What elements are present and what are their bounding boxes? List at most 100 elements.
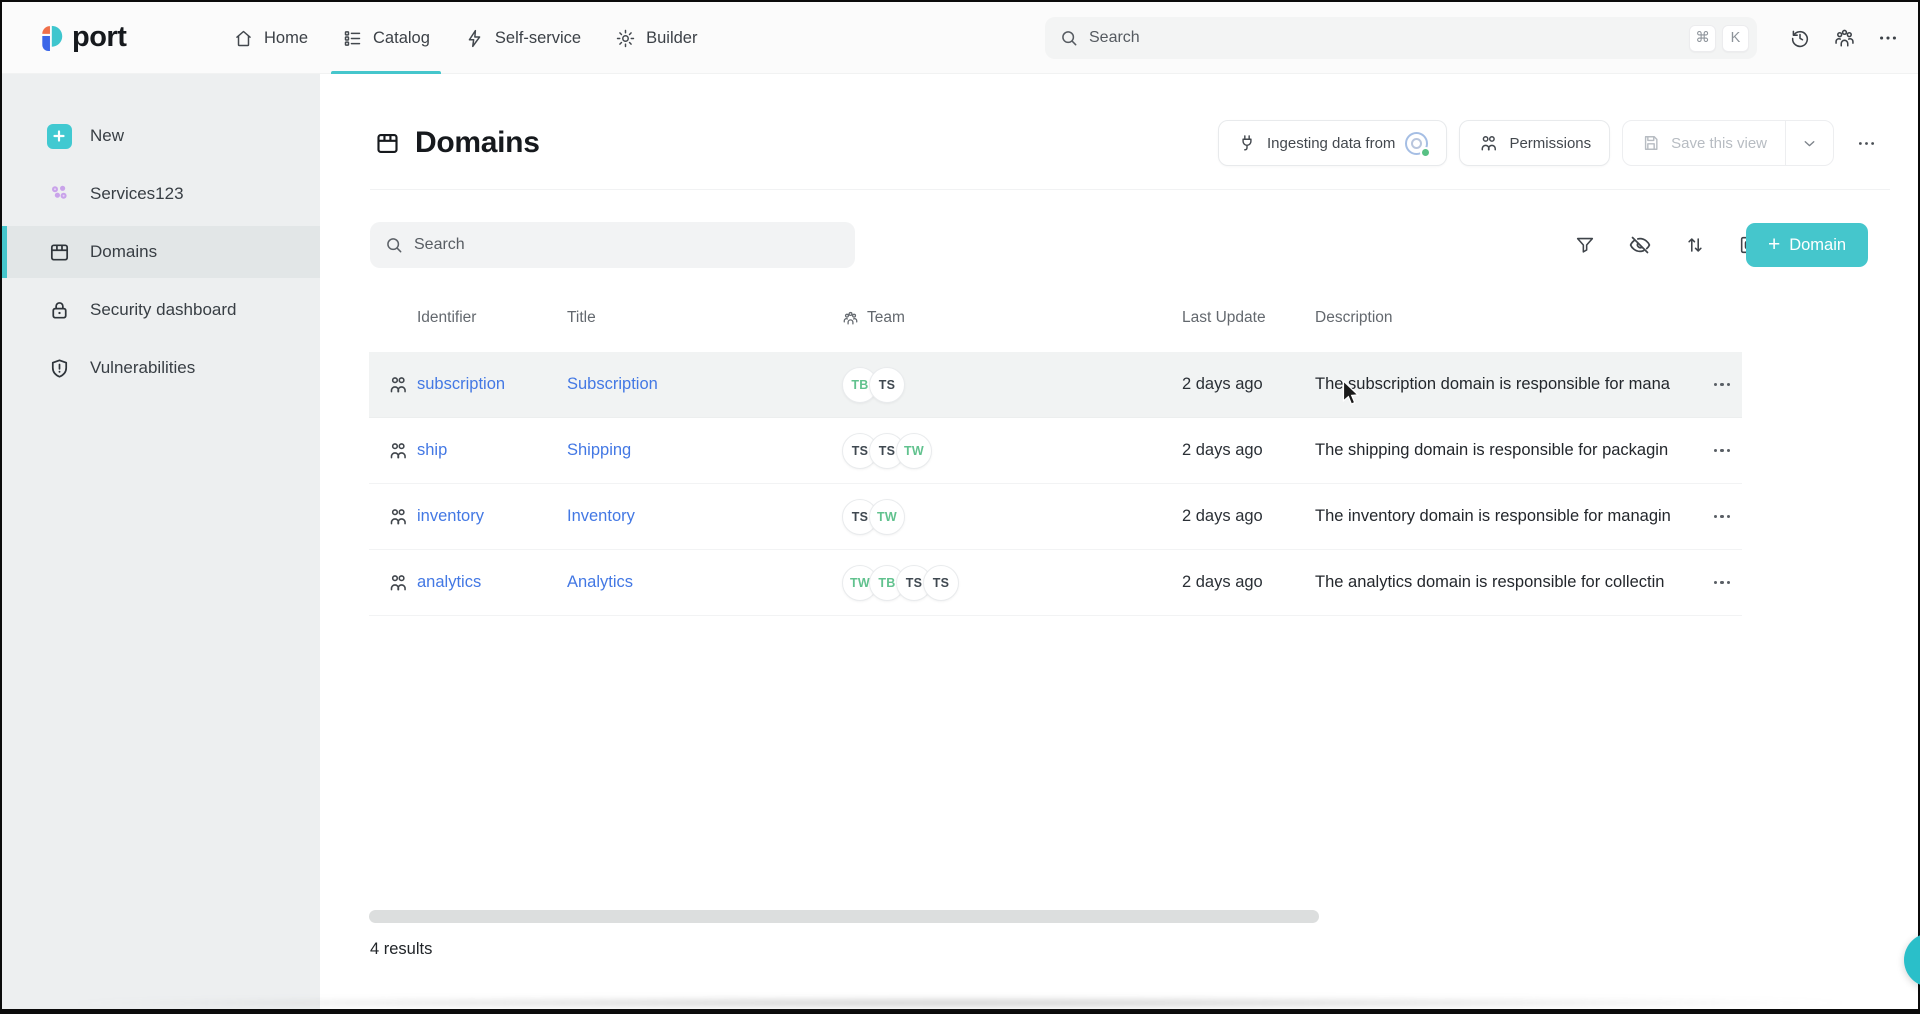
column-description[interactable]: Description	[1315, 309, 1702, 327]
identifier-link[interactable]: analytics	[417, 573, 567, 592]
tab-self-service-label: Self-service	[495, 29, 581, 48]
description-cell: The inventory domain is responsible for …	[1315, 507, 1702, 526]
table-header: Identifier Title Team Last Update Descri…	[369, 300, 1742, 336]
row-actions-icon[interactable]	[1702, 449, 1742, 453]
team-avatars: TS TS TW	[842, 433, 1182, 469]
title-link[interactable]: Shipping	[567, 441, 842, 460]
catalog-icon	[342, 28, 363, 49]
save-view-button[interactable]: Save this view	[1623, 121, 1785, 165]
table-row[interactable]: subscription Subscription TB TS 2 days a…	[369, 352, 1742, 418]
team-avatars: TS TW	[842, 499, 1182, 535]
horizontal-scrollbar[interactable]	[369, 910, 1319, 923]
port-logo[interactable]: port	[38, 21, 188, 54]
last-update-cell: 2 days ago	[1182, 507, 1315, 526]
permissions-button[interactable]: Permissions	[1459, 120, 1610, 166]
avatar[interactable]: TW	[869, 499, 905, 535]
tab-home[interactable]: Home	[216, 2, 325, 74]
entity-group-icon	[387, 506, 417, 528]
tab-builder-label: Builder	[646, 29, 697, 48]
hide-columns-icon[interactable]	[1628, 233, 1652, 257]
column-team[interactable]: Team	[842, 309, 1182, 327]
main-content: Domains Ingesting data from Permissions …	[320, 74, 1918, 1009]
avatar[interactable]: TS	[923, 565, 959, 601]
global-search-placeholder: Search	[1089, 29, 1683, 47]
services-cluster-icon	[46, 182, 72, 206]
brand-name: port	[72, 21, 126, 54]
table-row[interactable]: ship Shipping TS TS TW 2 days ago The sh…	[369, 418, 1742, 484]
gear-icon	[615, 28, 636, 49]
last-update-cell: 2 days ago	[1182, 441, 1315, 460]
shortcut-cmd-key: ⌘	[1689, 25, 1716, 52]
ingesting-data-button[interactable]: Ingesting data from	[1218, 120, 1447, 166]
add-domain-button[interactable]: + Domain	[1746, 223, 1868, 267]
tab-self-service[interactable]: Self-service	[447, 2, 598, 74]
team-avatars: TW TB TS TS	[842, 565, 1182, 601]
last-update-cell: 2 days ago	[1182, 375, 1315, 394]
avatar[interactable]: TW	[896, 433, 932, 469]
teams-icon[interactable]	[1822, 16, 1866, 60]
sidebar-item-services123[interactable]: Services123	[2, 172, 320, 216]
add-domain-label: Domain	[1789, 236, 1846, 255]
table-row[interactable]: analytics Analytics TW TB TS TS 2 days a…	[369, 550, 1742, 616]
entity-group-icon	[387, 572, 417, 594]
sidebar-item-label: Security dashboard	[90, 300, 236, 320]
save-view-dropdown-button[interactable]	[1785, 121, 1833, 165]
sidebar-item-domains[interactable]: Domains	[2, 226, 320, 278]
entity-group-icon	[387, 440, 417, 462]
avatar[interactable]: TS	[869, 367, 905, 403]
search-icon	[384, 235, 404, 255]
port-logo-icon	[38, 22, 65, 53]
column-title[interactable]: Title	[567, 309, 842, 327]
top-bar: port Home Catalog Self-service Builder S…	[2, 2, 1918, 74]
table-toolbar: Search + Domain	[320, 222, 1918, 268]
permissions-label: Permissions	[1509, 135, 1591, 152]
row-actions-icon[interactable]	[1702, 383, 1742, 387]
last-update-cell: 2 days ago	[1182, 573, 1315, 592]
sidebar-item-label: Domains	[90, 242, 157, 262]
page-header: Domains Ingesting data from Permissions …	[374, 112, 1886, 174]
description-cell: The shipping domain is responsible for p…	[1315, 441, 1702, 460]
header-actions: Ingesting data from Permissions Save thi…	[1218, 120, 1886, 166]
ingesting-data-label: Ingesting data from	[1267, 135, 1395, 152]
sidebar-item-vulnerabilities[interactable]: Vulnerabilities	[2, 346, 320, 390]
page-more-icon[interactable]	[1846, 121, 1886, 165]
description-cell: The subscription domain is responsible f…	[1315, 375, 1702, 394]
sort-icon[interactable]	[1684, 234, 1706, 256]
tab-builder[interactable]: Builder	[598, 2, 714, 74]
sidebar-item-label: New	[90, 126, 124, 146]
column-last-update[interactable]: Last Update	[1182, 309, 1315, 327]
sidebar-item-security-dashboard[interactable]: Security dashboard	[2, 288, 320, 332]
title-link[interactable]: Inventory	[567, 507, 842, 526]
title-link[interactable]: Analytics	[567, 573, 842, 592]
more-icon[interactable]	[1866, 16, 1910, 60]
column-identifier[interactable]: Identifier	[417, 309, 567, 327]
tab-catalog[interactable]: Catalog	[325, 2, 447, 74]
history-icon[interactable]	[1778, 16, 1822, 60]
primary-nav: Home Catalog Self-service Builder	[216, 2, 714, 73]
integration-status-icon	[1405, 132, 1428, 155]
new-plus-icon	[46, 124, 72, 149]
toolbar-icons	[1574, 222, 1760, 268]
table-search-input[interactable]: Search	[370, 222, 855, 268]
page-title-text: Domains	[415, 126, 540, 160]
identifier-link[interactable]: ship	[417, 441, 567, 460]
header-divider	[370, 189, 1890, 190]
sidebar-item-new[interactable]: New	[2, 114, 320, 158]
identifier-link[interactable]: subscription	[417, 375, 567, 394]
results-count: 4 results	[370, 940, 432, 959]
filter-icon[interactable]	[1574, 234, 1596, 256]
row-actions-icon[interactable]	[1702, 515, 1742, 519]
table-row[interactable]: inventory Inventory TS TW 2 days ago The…	[369, 484, 1742, 550]
description-cell: The analytics domain is responsible for …	[1315, 573, 1702, 592]
row-actions-icon[interactable]	[1702, 581, 1742, 585]
window-shadow	[72, 997, 1848, 1009]
title-link[interactable]: Subscription	[567, 375, 842, 394]
global-search-input[interactable]: Search ⌘ K	[1045, 17, 1757, 59]
status-dot	[1420, 147, 1431, 158]
shield-alert-icon	[46, 357, 72, 380]
identifier-link[interactable]: inventory	[417, 507, 567, 526]
save-icon	[1641, 133, 1661, 153]
lock-icon	[46, 299, 72, 322]
shortcut-k-key: K	[1722, 25, 1749, 52]
topbar-right-icons	[1778, 2, 1910, 74]
